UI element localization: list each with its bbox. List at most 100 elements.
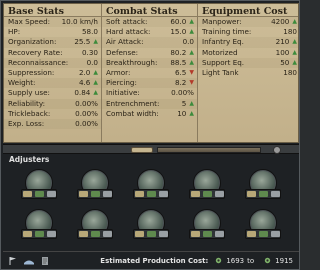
equipment-cost-label: Training time: — [202, 27, 252, 37]
equipment-chip-icon — [146, 231, 156, 237]
base-stat-row: Exp. Loss: 0.00% — [4, 118, 101, 130]
equipment-cost-row: Manpower: 4200 ▲ — [198, 17, 298, 28]
base-stat-label: Supply use: — [8, 88, 50, 98]
base-stat-value-group: 4.6 ▲ — [79, 78, 98, 88]
template-scroll-bar[interactable] — [157, 147, 261, 153]
equipment-cost-value-group: 4200 ▲ — [271, 17, 297, 27]
equipment-cost-value: 50 — [280, 57, 290, 67]
combat-stats-title: Combat Stats — [102, 4, 197, 17]
adjusters-title: Adjusters — [9, 155, 50, 164]
adjuster-slot[interactable] — [19, 167, 59, 201]
equipment-chip-icon — [146, 191, 156, 197]
combat-stat-value-group: 8.2 ▼ — [175, 78, 194, 88]
equipment-chip-icon — [78, 231, 88, 237]
footer-bar: Estimated Production Cost: 1693 to 1915 — [3, 251, 299, 269]
cost-from-value: 1693 — [226, 256, 245, 265]
combat-stat-value-group: 10 ▲ — [177, 109, 194, 119]
base-stat-value-group: 25.5 ▲ — [74, 37, 98, 47]
equipment-chip-icon — [258, 191, 268, 197]
arrow-up-icon: ▲ — [189, 28, 194, 36]
equipment-cost-row: Light Tank 180 — [198, 68, 298, 78]
combat-stat-row: Breakthrough: 88.5 ▲ — [102, 57, 197, 68]
equipment-chip-icon — [270, 231, 280, 237]
equipment-cost-value: 180 — [283, 68, 297, 78]
adjuster-slot[interactable] — [187, 167, 227, 201]
base-stat-label: Recovery Rate: — [8, 47, 63, 57]
equipment-chip-icon — [214, 191, 224, 197]
adjuster-equipment-plate — [189, 189, 225, 199]
equipment-chip-icon — [22, 231, 32, 237]
hat-icon[interactable] — [23, 255, 35, 267]
base-stat-value: 0.0 — [86, 57, 98, 67]
settings-knob-icon[interactable] — [273, 146, 281, 154]
combat-stats-column: Combat Stats Soft attack: 60.0 ▲ Hard attac… — [102, 4, 198, 142]
page-icon[interactable] — [39, 255, 51, 267]
equipment-cost-label: Manpower: — [202, 17, 242, 27]
equipment-chip-icon — [90, 231, 100, 237]
template-strip — [3, 144, 299, 154]
base-stat-value: 0.00% — [75, 118, 98, 128]
adjuster-equipment-plate — [77, 229, 113, 239]
combat-stat-value: 88.5 — [170, 57, 187, 67]
equipment-chip-icon — [46, 231, 56, 237]
equipment-chip-icon — [202, 191, 212, 197]
arrow-up-icon: ▲ — [292, 18, 297, 26]
tank-icon[interactable] — [131, 147, 153, 153]
equipment-cost-row: Motorized 100 ▲ — [198, 47, 298, 58]
equipment-chip-icon — [202, 231, 212, 237]
combat-stat-value: 10 — [177, 108, 187, 118]
base-stat-value-group: 0.0 — [87, 58, 98, 68]
combat-stat-value-group: 60.0 ▲ — [170, 17, 194, 27]
equipment-chip-icon — [246, 191, 256, 197]
equipment-chip-icon — [190, 231, 200, 237]
base-stat-value: 4.6 — [78, 78, 91, 88]
base-stat-value-group: 0.00% — [75, 119, 98, 129]
base-stat-row: Trickleback: 0.00% — [4, 109, 101, 119]
adjuster-slot[interactable] — [19, 207, 59, 241]
base-stat-value: 0.30 — [81, 47, 98, 57]
base-stat-value: 25.5 — [74, 37, 91, 47]
flag-icon[interactable] — [7, 255, 19, 267]
equipment-cost-row: Support Eq. 50 ▲ — [198, 57, 298, 68]
equipment-cost-label: Motorized — [202, 47, 238, 57]
arrow-up-icon: ▲ — [292, 48, 297, 56]
arrow-up-icon: ▲ — [189, 58, 194, 66]
combat-stat-row: Air Attack: 0.0 — [102, 37, 197, 48]
adjuster-slot[interactable] — [131, 167, 171, 201]
equipment-chip-icon — [102, 231, 112, 237]
combat-stat-value: 0.0 — [182, 37, 194, 47]
adjuster-slot[interactable] — [131, 207, 171, 241]
equipment-cost-row: Infantry Eq. 210 ▲ — [198, 37, 298, 48]
arrow-up-icon: ▲ — [189, 99, 194, 107]
adjuster-equipment-plate — [189, 229, 225, 239]
base-stat-value: 10.0 km/h — [61, 17, 98, 27]
combat-stat-value-group: 6.5 ▼ — [175, 68, 194, 78]
base-stat-row: Reliability: 0.00% — [4, 98, 101, 109]
combat-stat-label: Armor: — [106, 68, 131, 78]
equipment-chip-icon — [134, 191, 144, 197]
equipment-cost-value: 210 — [275, 37, 290, 47]
adjuster-slot[interactable] — [75, 207, 115, 241]
cost-to-word: to — [247, 256, 255, 265]
equipment-cost-value-group: 50 ▲ — [280, 58, 297, 68]
base-stat-value: 0.00% — [75, 98, 98, 108]
equipment-cost-value: 4200 — [271, 17, 290, 27]
arrow-up-icon: ▲ — [93, 69, 98, 77]
adjuster-slot[interactable] — [243, 167, 283, 201]
equipment-chip-icon — [190, 191, 200, 197]
combat-stat-value-group: 80.2 ▲ — [170, 48, 194, 58]
base-stat-value-group: 0.00% — [75, 99, 98, 109]
base-stat-value-group: 0.84 ▲ — [74, 88, 98, 98]
adjuster-slot[interactable] — [243, 207, 283, 241]
adjuster-slot[interactable] — [75, 167, 115, 201]
equipment-cost-row: Training time: 180 — [198, 27, 298, 37]
base-stat-value-group: 58.0 — [82, 27, 98, 37]
arrow-up-icon: ▲ — [93, 79, 98, 87]
combat-stat-value: 80.2 — [170, 47, 187, 57]
adjuster-slot[interactable] — [187, 207, 227, 241]
base-stat-label: Trickleback: — [8, 108, 51, 118]
gear-icon — [212, 255, 224, 267]
arrow-up-icon: ▲ — [189, 109, 194, 117]
base-stat-label: Max Speed: — [8, 17, 51, 27]
stats-sheet: Base Stats Max Speed: 10.0 km/h HP: 58.0 Org… — [3, 3, 299, 143]
